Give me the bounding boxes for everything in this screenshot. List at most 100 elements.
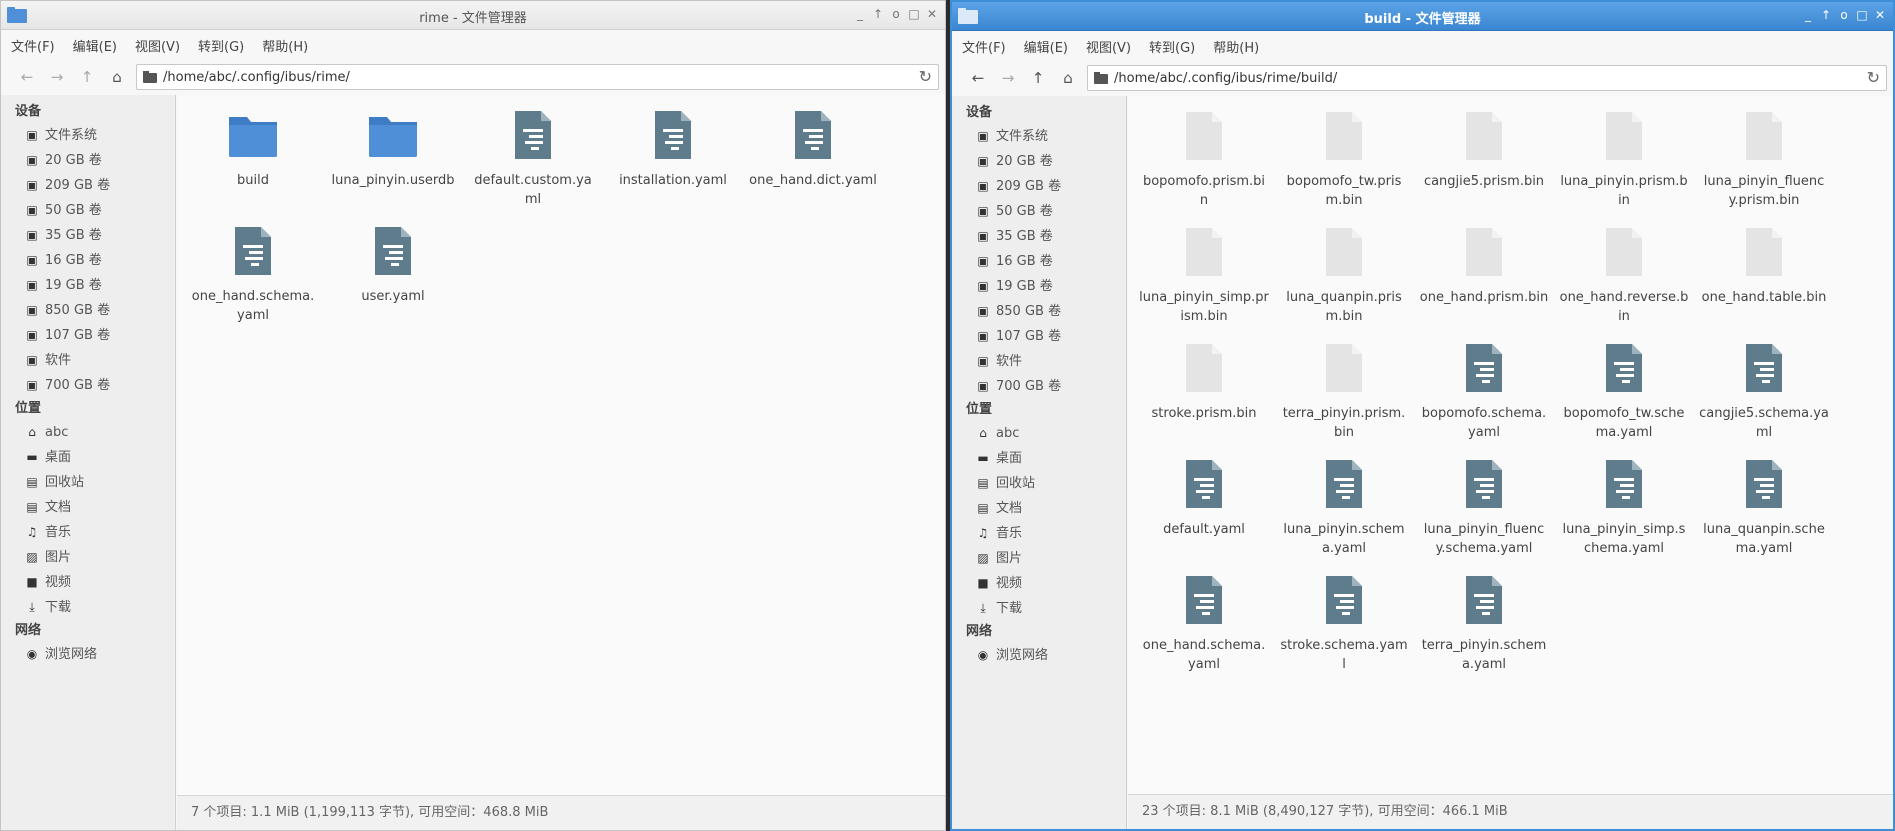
sidebar-item-places[interactable]: ▤ 回收站 [952,471,1126,496]
back-arrow-icon[interactable]: ← [17,67,37,87]
file-view[interactable]: build luna_pinyin.userdb default.custom.ya… [177,95,945,796]
file-item[interactable]: one_hand.prism.bin [1414,222,1554,338]
sidebar-item-places[interactable]: ⌂ abc [952,421,1126,446]
sidebar-item-devices[interactable]: ▣ 209 GB 卷 [952,174,1126,199]
sidebar-item-devices[interactable]: ▣ 文件系统 [952,124,1126,149]
sidebar-item-places[interactable]: ▬ 桌面 [952,446,1126,471]
reload-icon[interactable]: ↻ [1867,68,1880,87]
sidebar-item-places[interactable]: ♫ 音乐 [1,520,175,545]
sidebar-item-devices[interactable]: ▣ 软件 [1,348,175,373]
file-item[interactable]: one_hand.schema.yaml [1134,570,1274,686]
sidebar-item-devices[interactable]: ▣ 107 GB 卷 [952,324,1126,349]
sidebar-item-places[interactable]: ⤓ 下载 [1,595,175,620]
back-arrow-icon[interactable]: ← [968,68,988,88]
sticky-icon[interactable]: o [889,6,903,22]
sidebar-item-places[interactable]: ■ 视频 [1,570,175,595]
file-item[interactable]: stroke.prism.bin [1134,338,1274,454]
keep-above-icon[interactable]: ↑ [1819,7,1833,23]
file-item[interactable]: cangjie5.prism.bin [1414,106,1554,222]
sidebar-item-devices[interactable]: ▣ 35 GB 卷 [1,223,175,248]
file-item[interactable]: bopomofo.schema.yaml [1414,338,1554,454]
sidebar-item-places[interactable]: ▤ 文档 [952,496,1126,521]
file-item[interactable]: luna_pinyin_fluency.prism.bin [1694,106,1834,222]
sidebar-item-places[interactable]: ▨ 图片 [952,546,1126,571]
home-icon[interactable]: ⌂ [1058,68,1078,88]
sidebar-item-devices[interactable]: ▣ 16 GB 卷 [1,248,175,273]
forward-arrow-icon[interactable]: → [47,67,67,87]
reload-icon[interactable]: ↻ [919,67,932,86]
sticky-icon[interactable]: o [1837,7,1851,23]
file-item[interactable]: one_hand.table.bin [1694,222,1834,338]
file-item[interactable]: one_hand.schema.yaml [183,221,323,337]
file-item[interactable]: one_hand.reverse.bin [1554,222,1694,338]
file-item[interactable]: terra_pinyin.schema.yaml [1414,570,1554,686]
close-icon[interactable]: ✕ [925,6,939,22]
sidebar-item-places[interactable]: ▨ 图片 [1,545,175,570]
sidebar-item-places[interactable]: ⤓ 下载 [952,596,1126,621]
sidebar-item-devices[interactable]: ▣ 20 GB 卷 [952,149,1126,174]
keep-above-icon[interactable]: ↑ [871,6,885,22]
maximize-icon[interactable]: □ [907,6,921,22]
sidebar-item-devices[interactable]: ▣ 35 GB 卷 [952,224,1126,249]
title-bar[interactable]: rime - 文件管理器 _ ↑ o □ ✕ [1,1,945,30]
menu-go[interactable]: 转到(G) [198,36,244,55]
location-bar[interactable]: /home/abc/.config/ibus/rime/ ↻ [136,64,939,90]
file-item[interactable]: installation.yaml [603,105,743,221]
sidebar-item-places[interactable]: ■ 视频 [952,571,1126,596]
sidebar-item-network[interactable]: ◉ 浏览网络 [952,643,1126,668]
menu-go[interactable]: 转到(G) [1149,37,1195,56]
menu-view[interactable]: 视图(V) [1086,37,1131,56]
file-item[interactable]: stroke.schema.yaml [1274,570,1414,686]
sidebar-item-devices[interactable]: ▣ 850 GB 卷 [1,298,175,323]
menu-help[interactable]: 帮助(H) [1213,37,1259,56]
sidebar-item-devices[interactable]: ▣ 文件系统 [1,123,175,148]
file-item[interactable]: luna_quanpin.schema.yaml [1694,454,1834,570]
sidebar-item-devices[interactable]: ▣ 700 GB 卷 [1,373,175,398]
menu-file[interactable]: 文件(F) [962,37,1006,56]
menu-help[interactable]: 帮助(H) [262,36,308,55]
file-item[interactable]: luna_quanpin.prism.bin [1274,222,1414,338]
file-item[interactable]: default.custom.yaml [463,105,603,221]
up-arrow-icon[interactable]: ↑ [1028,68,1048,88]
up-arrow-icon[interactable]: ↑ [77,67,97,87]
sidebar-item-devices[interactable]: ▣ 50 GB 卷 [1,198,175,223]
sidebar-item-devices[interactable]: ▣ 50 GB 卷 [952,199,1126,224]
sidebar-item-places[interactable]: ♫ 音乐 [952,521,1126,546]
file-item[interactable]: cangjie5.schema.yaml [1694,338,1834,454]
file-item[interactable]: user.yaml [323,221,463,337]
close-icon[interactable]: ✕ [1873,7,1887,23]
forward-arrow-icon[interactable]: → [998,68,1018,88]
title-bar[interactable]: build - 文件管理器 _ ↑ o □ ✕ [952,2,1893,31]
sidebar-item-devices[interactable]: ▣ 850 GB 卷 [952,299,1126,324]
file-item[interactable]: default.yaml [1134,454,1274,570]
menu-file[interactable]: 文件(F) [11,36,55,55]
menu-edit[interactable]: 编辑(E) [1024,37,1068,56]
home-icon[interactable]: ⌂ [107,67,127,87]
menu-view[interactable]: 视图(V) [135,36,180,55]
sidebar-item-devices[interactable]: ▣ 19 GB 卷 [952,274,1126,299]
sidebar-item-devices[interactable]: ▣ 16 GB 卷 [952,249,1126,274]
maximize-icon[interactable]: □ [1855,7,1869,23]
file-item[interactable]: luna_pinyin_simp.prism.bin [1134,222,1274,338]
sidebar-item-places[interactable]: ▤ 回收站 [1,470,175,495]
folder-item[interactable]: luna_pinyin.userdb [323,105,463,221]
sidebar-item-places[interactable]: ▤ 文档 [1,495,175,520]
sidebar-item-devices[interactable]: ▣ 软件 [952,349,1126,374]
file-item[interactable]: bopomofo_tw.schema.yaml [1554,338,1694,454]
file-item[interactable]: luna_pinyin.prism.bin [1554,106,1694,222]
file-item[interactable]: luna_pinyin.schema.yaml [1274,454,1414,570]
sidebar-item-places[interactable]: ▬ 桌面 [1,445,175,470]
file-view[interactable]: bopomofo.prism.bin bopomofo_tw.prism.bin c… [1128,96,1893,795]
menu-edit[interactable]: 编辑(E) [73,36,117,55]
file-item[interactable]: luna_pinyin_simp.schema.yaml [1554,454,1694,570]
sidebar-item-devices[interactable]: ▣ 20 GB 卷 [1,148,175,173]
file-item[interactable]: luna_pinyin_fluency.schema.yaml [1414,454,1554,570]
file-item[interactable]: bopomofo.prism.bin [1134,106,1274,222]
sidebar-item-network[interactable]: ◉ 浏览网络 [1,642,175,667]
sidebar-item-devices[interactable]: ▣ 209 GB 卷 [1,173,175,198]
sidebar-item-places[interactable]: ⌂ abc [1,420,175,445]
sidebar-item-devices[interactable]: ▣ 700 GB 卷 [952,374,1126,399]
folder-item[interactable]: build [183,105,323,221]
sidebar-item-devices[interactable]: ▣ 107 GB 卷 [1,323,175,348]
file-item[interactable]: terra_pinyin.prism.bin [1274,338,1414,454]
